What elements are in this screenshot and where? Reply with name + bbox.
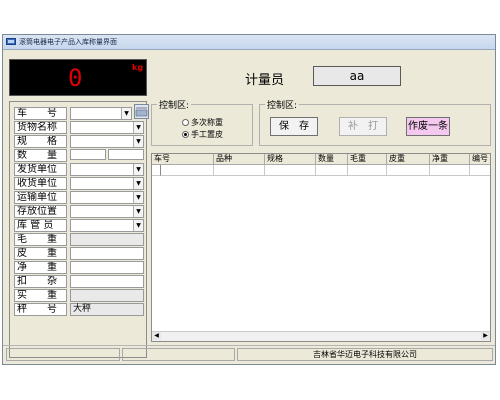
radio-manual-tare[interactable]: 手工置皮 [182,129,223,140]
control-area-title: 控制区: [157,98,192,111]
title-bar: 滚筒电器电子产品入库称量界面 [3,35,495,50]
carrier-label: 运输单位 [14,191,67,204]
horizontal-scrollbar[interactable]: ◀ ▶ [152,331,490,341]
main-window: 滚筒电器电子产品入库称量界面 0 kg 车 号 ▼ 货物名称 ▼ 规 格 ▼ 数… [2,34,496,365]
chevron-down-icon[interactable]: ▼ [133,178,143,189]
operator-field[interactable]: aa [313,66,401,86]
weight-unit: kg [132,63,144,72]
status-company: 吉林省华迈电子科技有限公司 [237,348,493,361]
net-weight-label: 净 重 [14,261,67,274]
vehicle-no-label: 车 号 [14,107,67,120]
deduction-field[interactable] [70,275,144,288]
control-area-mode: 控制区: 多次称重 手工置皮 [151,98,253,146]
window-title: 滚筒电器电子产品入库称量界面 [19,38,117,46]
chevron-down-icon[interactable]: ▼ [133,206,143,217]
chevron-down-icon[interactable]: ▼ [133,220,143,231]
radio-icon[interactable] [182,119,189,126]
column-header[interactable]: 毛重 [348,154,387,165]
status-panel [6,348,120,361]
table-header: 车号 品种 规格 数量 毛重 皮重 净重 编号 [152,154,490,165]
actual-weight-field [70,289,144,302]
status-bar: 吉林省华迈电子科技有限公司 [3,345,495,363]
radio-selected-icon[interactable] [182,131,189,138]
status-panel [122,348,235,361]
keeper-label: 库 管 员 [14,219,67,232]
weight-value: 0 [68,64,83,92]
weighing-form: 车 号 ▼ 货物名称 ▼ 规 格 ▼ 数 量 发货单位 ▼ 收货单位 ▼ 运输单… [9,101,149,358]
scroll-left-icon[interactable]: ◀ [152,332,161,340]
spec-label: 规 格 [14,135,67,148]
net-weight-field[interactable] [70,261,144,274]
quantity-extra-field[interactable] [108,149,144,160]
control-area-title: 控制区: [265,98,300,111]
column-header[interactable]: 数量 [316,154,348,165]
column-header[interactable]: 车号 [152,154,214,165]
receiver-select[interactable]: ▼ [70,177,144,190]
chevron-down-icon[interactable]: ▼ [133,136,143,147]
reprint-button[interactable]: 补 打 [339,117,387,136]
storage-label: 存放位置 [14,205,67,218]
quantity-field[interactable] [70,149,106,160]
chevron-down-icon[interactable]: ▼ [133,164,143,175]
gross-weight-field [70,233,144,246]
column-header[interactable]: 皮重 [387,154,430,165]
receiver-label: 收货单位 [14,177,67,190]
tare-weight-field[interactable] [70,247,144,260]
app-icon [6,38,16,45]
column-header[interactable]: 品种 [214,154,265,165]
radio-multi-weigh[interactable]: 多次称重 [182,117,223,128]
goods-name-select[interactable]: ▼ [70,121,144,134]
shipper-select[interactable]: ▼ [70,163,144,176]
tare-weight-label: 皮 重 [14,247,67,260]
table-row[interactable] [152,165,490,176]
deduction-label: 扣 杂 [14,275,67,288]
goods-name-label: 货物名称 [14,121,67,134]
control-area-actions: 控制区: 保 存 补 打 作废一条 [259,98,491,146]
chevron-down-icon[interactable]: ▼ [121,108,131,119]
weight-display: 0 kg [9,59,147,96]
chevron-down-icon[interactable]: ▼ [133,192,143,203]
gross-weight-label: 毛 重 [14,233,67,246]
column-header[interactable]: 净重 [430,154,470,165]
storage-select[interactable]: ▼ [70,205,144,218]
scale-no-field: 大秤 [70,303,144,316]
column-header[interactable]: 规格 [265,154,316,165]
scale-no-label: 秤 号 [14,303,67,316]
records-table: 车号 品种 规格 数量 毛重 皮重 净重 编号 ◀ ▶ [151,153,491,342]
chevron-down-icon[interactable]: ▼ [133,122,143,133]
scroll-right-icon[interactable]: ▶ [481,332,490,340]
keeper-select[interactable]: ▼ [70,219,144,232]
void-record-button[interactable]: 作废一条 [406,117,450,136]
save-button[interactable]: 保 存 [270,117,318,136]
shipper-label: 发货单位 [14,163,67,176]
actual-weight-label: 实 重 [14,289,67,302]
carrier-select[interactable]: ▼ [70,191,144,204]
operator-label: 计量员 [245,73,285,88]
vehicle-no-select[interactable]: ▼ [70,107,132,120]
spec-select[interactable]: ▼ [70,135,144,148]
quantity-label: 数 量 [14,149,67,162]
scale-icon[interactable] [134,104,149,119]
column-header[interactable]: 编号 [470,154,490,165]
